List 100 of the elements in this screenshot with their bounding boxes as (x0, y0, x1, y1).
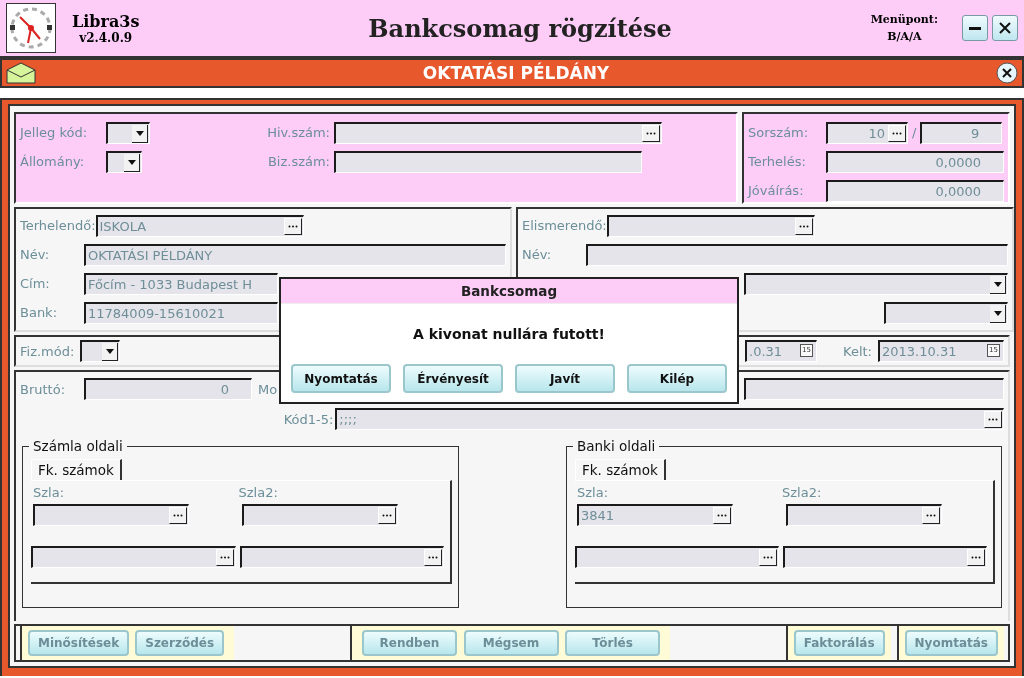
input-field[interactable] (31, 546, 236, 569)
dialog-button[interactable]: Érvényesít (403, 364, 503, 393)
browse-button[interactable] (642, 124, 660, 142)
input-field[interactable]: OKTATÁSI PÉLDÁNY (84, 243, 506, 266)
field-label: Cím: (20, 276, 51, 291)
app-version: v2.4.0.9 (79, 30, 133, 45)
field-label: Mo (258, 381, 278, 397)
dialog-button[interactable]: Nyomtatás (291, 364, 391, 393)
browse-button[interactable] (713, 507, 731, 525)
caret-icon (993, 310, 1002, 316)
ellipsis-icon (219, 556, 230, 560)
field-label: Név: (20, 247, 51, 262)
ellipsis-icon (717, 514, 727, 518)
field-label: Jóváírás: (748, 183, 805, 198)
browse-button[interactable] (794, 217, 813, 235)
field-label: Szla2: (782, 485, 823, 501)
browse-button[interactable] (984, 411, 1002, 429)
field-label: Hiv.szám: (266, 125, 331, 140)
ellipsis-icon (763, 556, 773, 560)
browse-button[interactable] (378, 507, 396, 525)
caret-icon (135, 130, 144, 136)
field-label: Szla: (577, 485, 610, 501)
field-label: Név: (522, 247, 553, 262)
input-field[interactable]: ;;;; (335, 408, 1004, 431)
field-label: Bank: (20, 305, 59, 320)
ellipsis-icon (646, 131, 656, 135)
close-button[interactable] (992, 15, 1018, 41)
input-field[interactable]: 11784009-15610021 (84, 301, 278, 324)
ellipsis-icon (382, 514, 392, 518)
caret-icon (993, 281, 1002, 287)
input-field[interactable]: 3841 (577, 504, 733, 527)
field-label: Fiz.mód: (20, 343, 75, 359)
close-icon[interactable] (996, 62, 1018, 84)
ellipsis-icon (428, 556, 438, 560)
dropdown[interactable] (80, 340, 121, 363)
tab[interactable]: Fk. számok (31, 459, 122, 481)
input-field[interactable] (239, 546, 444, 569)
input-field[interactable] (744, 378, 1004, 401)
ellipsis-icon (988, 418, 998, 422)
field-label: Terhelendő: (20, 218, 96, 233)
caret-icon (105, 349, 114, 355)
field-label: Biz.szám: (266, 154, 331, 169)
clock-icon (6, 3, 56, 53)
input-field[interactable]: 0,0000 (826, 179, 1004, 202)
dropdown[interactable] (106, 121, 150, 144)
field-label: Jelleg kód: (20, 125, 89, 140)
field-label: Kelt: (843, 343, 872, 359)
dialog-title: Bankcsomag (281, 279, 737, 304)
tab[interactable]: Fk. számok (575, 459, 666, 481)
dialog-message: A kivonat nullára futott! (412, 326, 606, 342)
browse-button[interactable] (215, 549, 234, 567)
input-field[interactable] (586, 243, 1008, 266)
input-field[interactable]: 10 (826, 121, 908, 144)
browse-button[interactable] (759, 549, 777, 567)
minimize-button[interactable] (962, 15, 988, 41)
ellipsis-icon (798, 224, 809, 228)
dropdown[interactable] (744, 272, 1008, 295)
app-name: Libra3s (72, 11, 140, 31)
browse-button[interactable] (967, 549, 985, 567)
field-label: Bruttó: (20, 381, 67, 397)
envelope-icon (6, 62, 36, 84)
input-field[interactable]: ISKOLA (95, 214, 304, 237)
banner-title: OKTATÁSI PÉLDÁNY (421, 63, 611, 83)
input-field[interactable]: 0 (84, 378, 252, 401)
input-field[interactable]: 9 (920, 121, 1003, 144)
input-field[interactable] (786, 504, 942, 527)
input-field[interactable] (606, 214, 815, 237)
dropdown[interactable] (106, 150, 142, 173)
close-icon (999, 22, 1011, 34)
caret-icon (127, 159, 136, 165)
browse-button[interactable] (888, 124, 906, 142)
input-field[interactable] (334, 121, 662, 144)
field-label: Terhelés: (748, 154, 807, 169)
dialog-button[interactable]: Javít (515, 364, 615, 393)
separator-label: / (912, 125, 917, 140)
menu-label: Menüpont: (870, 13, 938, 26)
field-label: Sorszám: (748, 125, 810, 140)
dialog-button[interactable]: Kilép (627, 364, 727, 393)
browse-button[interactable] (169, 507, 187, 525)
field-label: Szla: (33, 485, 66, 501)
ellipsis-icon (892, 131, 902, 135)
minimize-icon (969, 26, 981, 30)
browse-button[interactable] (424, 549, 442, 567)
input-field[interactable] (334, 150, 642, 173)
input-field[interactable] (33, 504, 189, 527)
input-field[interactable]: Főcím - 1033 Budapest H (84, 272, 278, 295)
field-label: Elismerendő: (522, 218, 607, 233)
window-title: Bankcsomag rögzítése (367, 13, 673, 43)
input-field[interactable] (242, 504, 398, 527)
dropdown[interactable] (884, 301, 1008, 324)
input-field[interactable] (783, 546, 987, 569)
input-field[interactable]: 0,0000 (826, 150, 1004, 173)
browse-button[interactable] (922, 507, 940, 525)
menu-code: B/A/A (887, 30, 922, 43)
ellipsis-icon (971, 556, 981, 560)
field-label: Állomány: (20, 154, 86, 169)
browse-button[interactable] (283, 217, 302, 235)
field-label: Kód1-5: (282, 411, 335, 427)
field-label: Szla2: (238, 485, 279, 501)
input-field[interactable] (575, 546, 779, 569)
